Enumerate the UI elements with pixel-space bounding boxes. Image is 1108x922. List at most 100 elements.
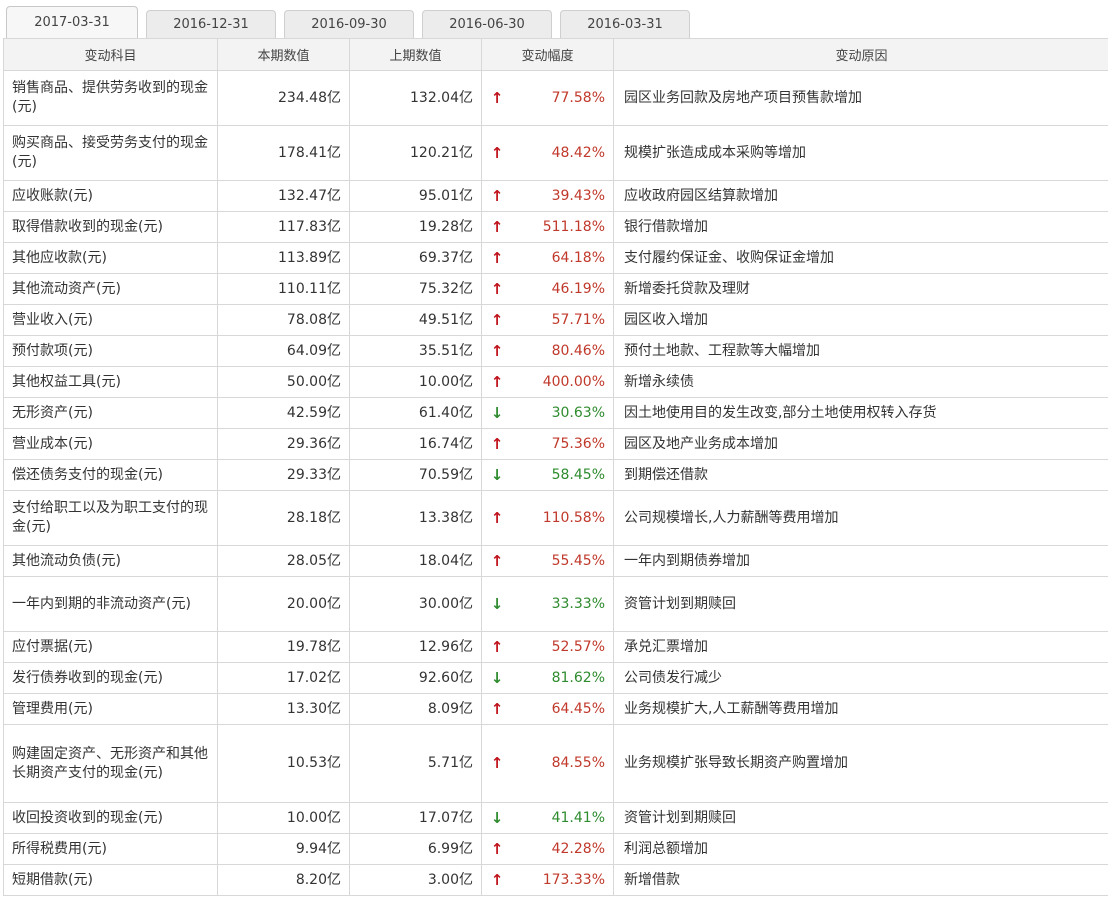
header-previous[interactable]: 上期数值 <box>349 38 482 71</box>
item-name: 购买商品、接受劳务支付的现金(元) <box>3 125 218 181</box>
change-percent: 110.58% <box>542 509 605 526</box>
current-value: 28.05亿 <box>217 545 350 577</box>
change-wrapper: ↑ 52.57% <box>490 638 605 657</box>
change-reason: 新增委托贷款及理财 <box>613 273 1108 305</box>
change-table-container: 变动科目 本期数值 上期数值 变动幅度 变动原因 销售商品、提供劳务收到的现金(… <box>3 38 1108 896</box>
header-change[interactable]: 变动幅度 <box>481 38 614 71</box>
table-row: 发行债券收到的现金(元) 17.02亿 92.60亿 ↓ 81.62% 公司债发行减少 <box>3 662 1108 694</box>
previous-value: 70.59亿 <box>349 459 482 491</box>
arrow-up-icon: ↑ <box>490 508 504 527</box>
previous-value: 49.51亿 <box>349 304 482 336</box>
change-cell: ↑ 57.71% <box>481 304 614 336</box>
item-name: 应付票据(元) <box>3 631 218 663</box>
change-wrapper: ↑ 64.45% <box>490 700 605 719</box>
arrow-up-icon: ↑ <box>490 372 504 391</box>
change-wrapper: ↑ 57.71% <box>490 311 605 330</box>
change-percent: 39.43% <box>551 187 605 204</box>
table-row: 其他流动资产(元) 110.11亿 75.32亿 ↑ 46.19% 新增委托贷款及理财 <box>3 273 1108 305</box>
current-value: 13.30亿 <box>217 693 350 725</box>
change-cell: ↑ 173.33% <box>481 864 614 896</box>
tab-2017-03-31[interactable]: 2017-03-31 <box>6 6 138 38</box>
arrow-up-icon: ↑ <box>490 839 504 858</box>
item-name: 发行债券收到的现金(元) <box>3 662 218 694</box>
tab-2016-06-30[interactable]: 2016-06-30 <box>422 10 552 38</box>
change-reason: 园区业务回款及房地产项目预售款增加 <box>613 70 1108 126</box>
arrow-down-icon: ↓ <box>490 594 504 613</box>
change-reason: 公司债发行减少 <box>613 662 1108 694</box>
previous-value: 92.60亿 <box>349 662 482 694</box>
change-wrapper: ↑ 46.19% <box>490 280 605 299</box>
tab-2016-03-31[interactable]: 2016-03-31 <box>560 10 690 38</box>
item-name: 营业收入(元) <box>3 304 218 336</box>
change-wrapper: ↑ 75.36% <box>490 435 605 454</box>
previous-value: 69.37亿 <box>349 242 482 274</box>
table-row: 收回投资收到的现金(元) 10.00亿 17.07亿 ↓ 41.41% 资管计划到期赎回 <box>3 802 1108 834</box>
change-wrapper: ↑ 77.58% <box>490 89 605 108</box>
arrow-up-icon: ↑ <box>490 754 504 772</box>
change-wrapper: ↑ 173.33% <box>490 871 605 890</box>
header-reason[interactable]: 变动原因 <box>613 38 1108 71</box>
table-row: 销售商品、提供劳务收到的现金(元) 234.48亿 132.04亿 ↑ 77.58% 园区… <box>3 70 1108 126</box>
current-value: 29.36亿 <box>217 428 350 460</box>
change-cell: ↑ 84.55% <box>481 724 614 803</box>
item-name: 所得税费用(元) <box>3 833 218 865</box>
change-percent: 75.36% <box>551 435 605 452</box>
current-value: 29.33亿 <box>217 459 350 491</box>
arrow-down-icon: ↓ <box>490 808 504 827</box>
header-item[interactable]: 变动科目 <box>3 38 218 71</box>
previous-value: 13.38亿 <box>349 490 482 546</box>
change-cell: ↑ 64.18% <box>481 242 614 274</box>
change-cell: ↑ 52.57% <box>481 631 614 663</box>
change-table: 变动科目 本期数值 上期数值 变动幅度 变动原因 销售商品、提供劳务收到的现金(… <box>3 38 1108 896</box>
change-wrapper: ↑ 511.18% <box>490 218 605 237</box>
previous-value: 75.32亿 <box>349 273 482 305</box>
previous-value: 95.01亿 <box>349 180 482 212</box>
item-name: 其他权益工具(元) <box>3 366 218 398</box>
period-tabs: 2017-03-31 2016-12-31 2016-09-30 2016-06… <box>6 6 698 38</box>
change-wrapper: ↑ 80.46% <box>490 342 605 361</box>
change-wrapper: ↑ 48.42% <box>490 144 605 163</box>
current-value: 78.08亿 <box>217 304 350 336</box>
previous-value: 17.07亿 <box>349 802 482 834</box>
current-value: 8.20亿 <box>217 864 350 896</box>
change-reason: 规模扩张造成成本采购等增加 <box>613 125 1108 181</box>
current-value: 10.00亿 <box>217 802 350 834</box>
change-percent: 30.63% <box>551 404 605 421</box>
current-value: 50.00亿 <box>217 366 350 398</box>
change-wrapper: ↑ 84.55% <box>490 754 605 773</box>
change-reason: 利润总额增加 <box>613 833 1108 865</box>
table-row: 所得税费用(元) 9.94亿 6.99亿 ↑ 42.28% 利润总额增加 <box>3 833 1108 865</box>
change-percent: 41.41% <box>551 809 605 826</box>
item-name: 其他流动资产(元) <box>3 273 218 305</box>
previous-value: 120.21亿 <box>349 125 482 181</box>
tab-2016-09-30[interactable]: 2016-09-30 <box>284 10 414 38</box>
previous-value: 132.04亿 <box>349 70 482 126</box>
arrow-up-icon: ↑ <box>490 870 504 889</box>
change-cell: ↓ 33.33% <box>481 576 614 632</box>
table-row: 偿还债务支付的现金(元) 29.33亿 70.59亿 ↓ 58.45% 到期偿还借款 <box>3 459 1108 491</box>
change-wrapper: ↑ 42.28% <box>490 840 605 859</box>
item-name: 营业成本(元) <box>3 428 218 460</box>
current-value: 178.41亿 <box>217 125 350 181</box>
arrow-up-icon: ↑ <box>490 248 504 267</box>
change-percent: 77.58% <box>551 89 605 106</box>
change-cell: ↑ 511.18% <box>481 211 614 243</box>
change-reason: 园区收入增加 <box>613 304 1108 336</box>
arrow-up-icon: ↑ <box>490 699 504 718</box>
change-reason: 业务规模扩张导致长期资产购置增加 <box>613 724 1108 803</box>
change-cell: ↑ 39.43% <box>481 180 614 212</box>
change-percent: 511.18% <box>542 218 605 235</box>
current-value: 28.18亿 <box>217 490 350 546</box>
tab-2016-12-31[interactable]: 2016-12-31 <box>146 10 276 38</box>
arrow-up-icon: ↑ <box>490 186 504 205</box>
item-name: 支付给职工以及为职工支付的现金(元) <box>3 490 218 546</box>
change-cell: ↑ 110.58% <box>481 490 614 546</box>
previous-value: 61.40亿 <box>349 397 482 429</box>
change-cell: ↑ 64.45% <box>481 693 614 725</box>
previous-value: 19.28亿 <box>349 211 482 243</box>
change-percent: 33.33% <box>551 595 605 612</box>
header-current[interactable]: 本期数值 <box>217 38 350 71</box>
current-value: 19.78亿 <box>217 631 350 663</box>
table-row: 无形资产(元) 42.59亿 61.40亿 ↓ 30.63% 因土地使用目的发生改变,部分… <box>3 397 1108 429</box>
change-percent: 81.62% <box>551 669 605 686</box>
